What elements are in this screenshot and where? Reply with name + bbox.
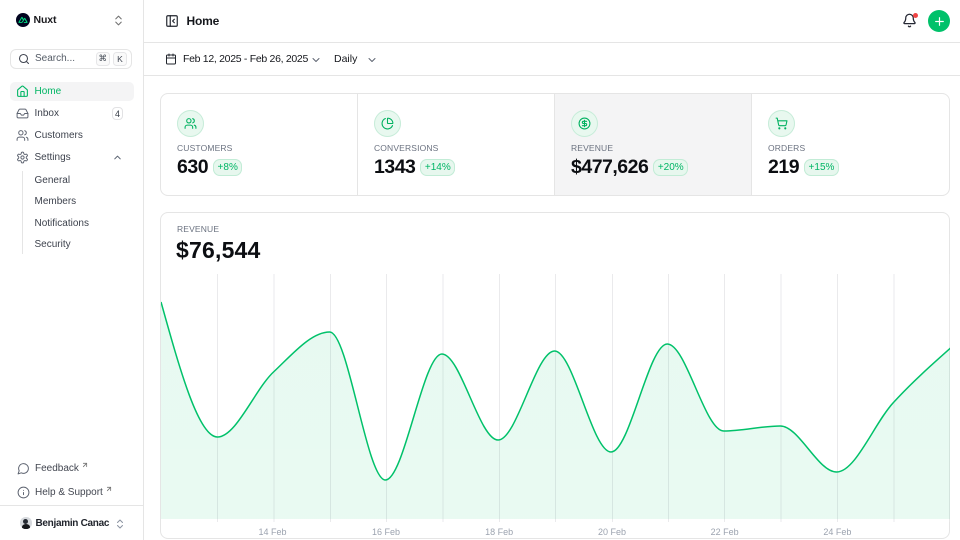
svg-text:14 Feb: 14 Feb [258,527,286,537]
svg-text:24 Feb: 24 Feb [823,527,851,537]
svg-text:22 Feb: 22 Feb [711,527,739,537]
svg-text:16 Feb: 16 Feb [372,527,400,537]
svg-text:18 Feb: 18 Feb [485,527,513,537]
svg-text:20 Feb: 20 Feb [598,527,626,537]
